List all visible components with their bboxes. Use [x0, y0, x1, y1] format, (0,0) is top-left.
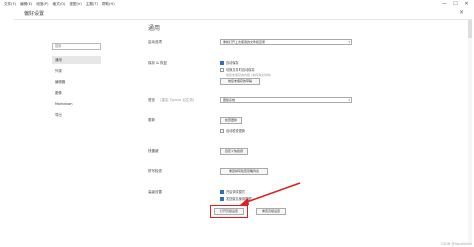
scrollbar-thumb[interactable]: [468, 20, 472, 38]
watermark-text: CSDN @AquaWork: [440, 242, 472, 246]
scrollbar-track[interactable]: [468, 20, 472, 244]
annotation-arrow-icon: [240, 182, 301, 205]
